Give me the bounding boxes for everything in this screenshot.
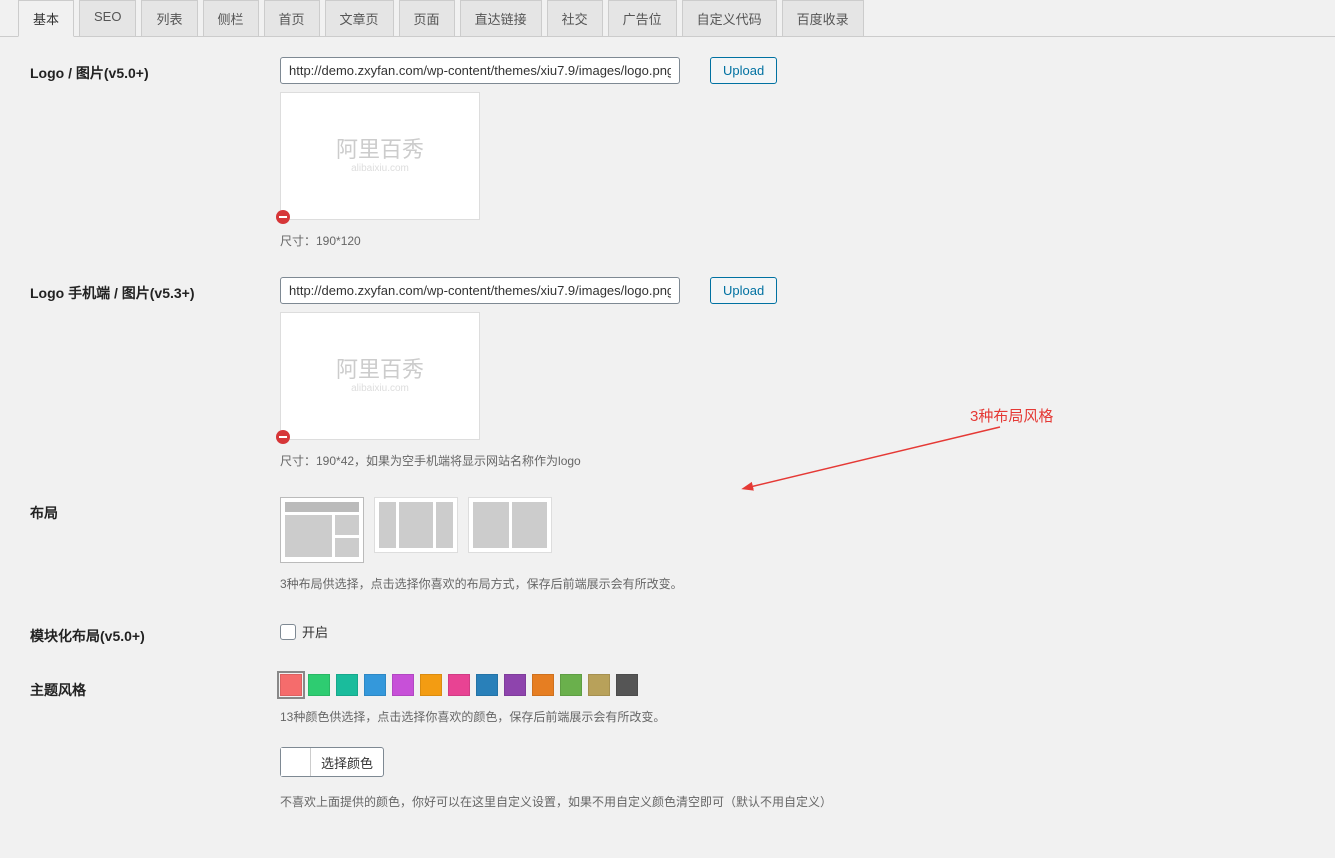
layout-hint: 3种布局供选择，点击选择你喜欢的布局方式，保存后前端展示会有所改变。 (280, 575, 1335, 592)
layout-option-3[interactable] (468, 497, 552, 553)
color-swatch-4[interactable] (392, 674, 414, 696)
custom-color-button[interactable]: 选择颜色 (280, 747, 384, 777)
custom-color-label: 选择颜色 (311, 753, 383, 772)
color-swatch-0[interactable] (280, 674, 302, 696)
tab-0[interactable]: 基本 (18, 0, 74, 37)
logo-upload-button[interactable]: Upload (710, 57, 777, 84)
tab-6[interactable]: 页面 (399, 0, 455, 37)
logo-mobile-preview: 阿里百秀 alibaixiu.com (280, 312, 480, 440)
remove-icon[interactable] (276, 210, 290, 224)
color-swatch-9[interactable] (532, 674, 554, 696)
color-swatch-6[interactable] (448, 674, 470, 696)
logo-url-input[interactable] (280, 57, 680, 84)
theme-style-hint2: 不喜欢上面提供的颜色，你好可以在这里自定义设置，如果不用自定义颜色清空即可（默认… (280, 793, 1335, 810)
logo-mobile-url-input[interactable] (280, 277, 680, 304)
layout-option-2[interactable] (374, 497, 458, 553)
layout-option-1[interactable] (280, 497, 364, 563)
logo-mobile-upload-button[interactable]: Upload (710, 277, 777, 304)
color-swatches (280, 674, 1335, 696)
color-swatch-10[interactable] (560, 674, 582, 696)
color-swatch-1[interactable] (308, 674, 330, 696)
color-swatch-11[interactable] (588, 674, 610, 696)
color-swatch-5[interactable] (420, 674, 442, 696)
module-layout-checkbox-label: 开启 (302, 622, 328, 641)
label-layout: 布局 (30, 497, 280, 523)
logo-mobile-hint: 尺寸：190*42，如果为空手机端将显示网站名称作为logo (280, 452, 1335, 469)
label-logo: Logo / 图片(v5.0+) (30, 57, 280, 83)
tab-10[interactable]: 自定义代码 (682, 0, 777, 37)
logo-hint: 尺寸：190*120 (280, 232, 1335, 249)
tab-7[interactable]: 直达链接 (460, 0, 542, 37)
logo-preview-text: 阿里百秀 (336, 137, 424, 163)
logo-preview: 阿里百秀 alibaixiu.com (280, 92, 480, 220)
logo-mobile-preview-text: 阿里百秀 (336, 357, 424, 383)
color-swatch-3[interactable] (364, 674, 386, 696)
settings-tabs: 基本SEO列表侧栏首页文章页页面直达链接社交广告位自定义代码百度收录 (0, 0, 1335, 37)
color-swatch-8[interactable] (504, 674, 526, 696)
tab-4[interactable]: 首页 (264, 0, 320, 37)
color-swatch-2[interactable] (336, 674, 358, 696)
label-logo-mobile: Logo 手机端 / 图片(v5.3+) (30, 277, 280, 303)
tab-3[interactable]: 侧栏 (203, 0, 259, 37)
tab-2[interactable]: 列表 (141, 0, 197, 37)
module-layout-checkbox[interactable] (280, 624, 296, 640)
tab-1[interactable]: SEO (79, 0, 136, 37)
theme-style-hint: 13种颜色供选择，点击选择你喜欢的颜色，保存后前端展示会有所改变。 (280, 708, 1335, 725)
remove-icon[interactable] (276, 430, 290, 444)
color-swatch-7[interactable] (476, 674, 498, 696)
settings-form: Logo / 图片(v5.0+) Upload 阿里百秀 alibaixiu.c… (0, 37, 1335, 858)
annotation-text: 3种布局风格 (970, 405, 1053, 426)
color-swatch-12[interactable] (616, 674, 638, 696)
label-theme-style: 主题风格 (30, 674, 280, 700)
label-module-layout: 模块化布局(v5.0+) (30, 620, 280, 646)
tab-11[interactable]: 百度收录 (782, 0, 864, 37)
logo-preview-sub: alibaixiu.com (336, 163, 424, 175)
tab-9[interactable]: 广告位 (608, 0, 677, 37)
logo-mobile-preview-sub: alibaixiu.com (336, 383, 424, 395)
tab-5[interactable]: 文章页 (325, 0, 394, 37)
tab-8[interactable]: 社交 (547, 0, 603, 37)
